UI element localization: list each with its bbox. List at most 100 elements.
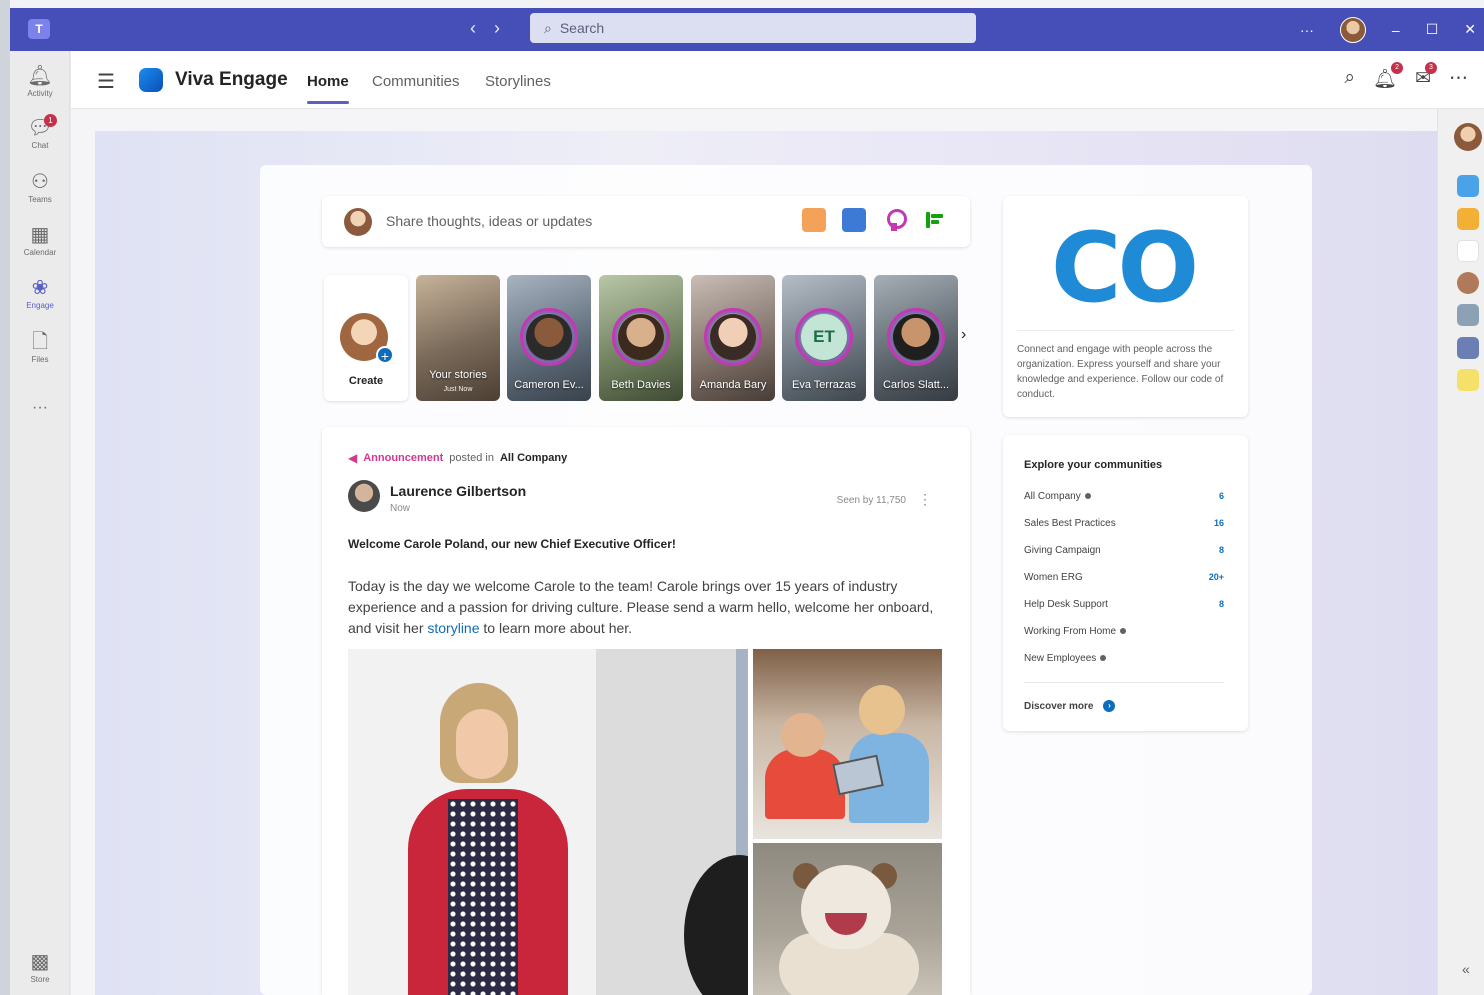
rail-label: Store	[30, 975, 50, 984]
person-app-icon[interactable]	[1457, 272, 1479, 294]
question-icon[interactable]	[842, 208, 866, 232]
community-name: Women ERG	[1024, 572, 1083, 583]
rail-item-calendar[interactable]: ▦ Calendar	[10, 224, 70, 257]
rail-item-engage[interactable]: ❀ Engage	[10, 277, 70, 310]
composer-placeholder: Share thoughts, ideas or updates	[386, 213, 593, 229]
announcement-post: ◀ Announcement posted in All Company Lau…	[322, 427, 970, 995]
community-item[interactable]: Sales Best Practices 16	[1024, 518, 1224, 529]
community-item[interactable]: Women ERG 20+	[1024, 572, 1224, 583]
menu-icon[interactable]: ☰	[97, 69, 115, 94]
community-name: All Company	[1024, 491, 1081, 502]
tab-home[interactable]: Home	[307, 73, 349, 104]
poll-icon[interactable]	[922, 208, 946, 232]
tab-communities[interactable]: Communities	[372, 73, 460, 90]
post-context: ◀ Announcement posted in All Company	[348, 451, 567, 465]
story-card[interactable]: Cameron Ev...	[507, 275, 591, 401]
megaphone-icon: ◀	[348, 451, 358, 465]
rail-item-chat[interactable]: 💬︎ 1 Chat	[10, 114, 70, 150]
post-image-dog[interactable]	[753, 843, 942, 995]
community-count: 8	[1218, 545, 1224, 555]
viva-engage-logo-icon	[139, 68, 163, 92]
search-icon[interactable]: ⌕	[1344, 67, 1355, 91]
collapse-double-chevron-icon[interactable]: «	[1462, 961, 1470, 977]
forward-arrow-icon[interactable]: ›	[494, 18, 500, 39]
composer-tools	[802, 208, 946, 232]
tab-storylines[interactable]: Storylines	[485, 73, 551, 90]
story-card[interactable]: Beth Davies	[599, 275, 683, 401]
post-time: Now	[390, 503, 411, 514]
rail-more-button[interactable]: ···	[10, 399, 70, 417]
teams-icon: ⚇	[31, 171, 49, 193]
window-controls: ··· – ☐ ✕	[1300, 8, 1484, 51]
create-story-button[interactable]: + Create	[324, 275, 408, 401]
story-name: Carlos Slatt...	[882, 379, 950, 391]
publisher-composer[interactable]: Share thoughts, ideas or updates	[322, 196, 970, 247]
tasks-app-icon[interactable]	[1457, 208, 1479, 230]
story-name: Cameron Ev...	[514, 379, 584, 391]
rail-label: Teams	[28, 195, 52, 204]
profile-avatar[interactable]	[1339, 16, 1366, 43]
explore-communities-card: Explore your communities All Company 6 S…	[1003, 435, 1248, 731]
gallery-app-icon[interactable]	[1457, 337, 1479, 359]
storyline-link[interactable]: storyline	[427, 620, 479, 636]
photos-app-icon[interactable]	[1457, 304, 1479, 326]
post-image-family[interactable]	[753, 649, 942, 839]
store-icon: ▩	[30, 951, 50, 973]
discover-more-button[interactable]: Discover more ›	[1024, 700, 1116, 712]
story-card[interactable]: ET Eva Terrazas	[782, 275, 866, 401]
community-item[interactable]: Giving Campaign 8	[1024, 545, 1224, 556]
files-icon: 🗋︎	[31, 331, 49, 353]
chevron-right-icon[interactable]: ›	[961, 326, 966, 344]
community-name: New Employees	[1024, 653, 1097, 664]
notifications-bell-icon[interactable]: 🔔︎ 2	[1373, 62, 1404, 91]
community-item[interactable]: All Company 6	[1024, 491, 1224, 502]
rail-label: Chat	[31, 141, 49, 150]
story-card[interactable]: Your stories Just Now	[416, 275, 500, 401]
discussion-icon[interactable]	[802, 208, 826, 232]
story-card[interactable]: Amanda Bary	[691, 275, 775, 401]
notification-badge: 2	[1391, 62, 1404, 74]
rail-item-teams[interactable]: ⚇ Teams	[10, 171, 70, 204]
rail-label: Calendar	[23, 248, 57, 257]
copilot-app-icon[interactable]	[1457, 175, 1479, 197]
heart-app-icon[interactable]	[1457, 240, 1479, 262]
author-name[interactable]: Laurence Gilbertson	[390, 483, 526, 499]
search-input[interactable]: ⌕ Search	[530, 13, 976, 43]
community-item[interactable]: New Employees	[1024, 653, 1224, 664]
engage-header: ☰ Viva Engage Home Communities Storyline…	[71, 51, 1484, 109]
rail-item-store[interactable]: ▩ Store	[10, 951, 70, 984]
engage-icon: ❀	[31, 277, 49, 299]
story-card[interactable]: Carlos Slatt...	[874, 275, 958, 401]
history-nav: ‹ ›	[470, 18, 500, 39]
author-avatar[interactable]	[348, 480, 380, 512]
community-count: 20+	[1208, 572, 1224, 582]
profile-avatar[interactable]	[1454, 123, 1482, 151]
story-avatar	[893, 314, 939, 360]
post-more-icon[interactable]: ⋮	[918, 491, 932, 508]
rail-item-files[interactable]: 🗋︎ Files	[10, 331, 70, 364]
more-options-icon[interactable]: ···	[1300, 22, 1314, 38]
praise-award-icon[interactable]	[882, 208, 907, 232]
close-button[interactable]: ✕	[1464, 21, 1476, 38]
community-name: Sales Best Practices	[1024, 518, 1116, 529]
teams-titlebar: T ‹ › ⌕ Search ··· – ☐ ✕	[10, 8, 1484, 51]
inbox-icon[interactable]: ✉︎ 3	[1415, 62, 1437, 91]
rail-item-activity[interactable]: 🔔︎ Activity	[10, 65, 70, 98]
more-options-icon[interactable]: ⋯	[1449, 67, 1468, 91]
minimize-button[interactable]: –	[1392, 22, 1400, 38]
back-arrow-icon[interactable]: ‹	[470, 18, 476, 39]
post-image-ceo[interactable]	[348, 649, 748, 995]
maximize-button[interactable]: ☐	[1426, 21, 1439, 38]
inbox-badge: 3	[1425, 62, 1437, 74]
announcement-label: Announcement	[363, 452, 444, 464]
sun-app-icon[interactable]	[1457, 369, 1479, 391]
seen-count[interactable]: Seen by 11,750	[837, 495, 906, 506]
community-name: Help Desk Support	[1024, 599, 1108, 610]
story-avatar	[526, 314, 572, 360]
app-rail: 🔔︎ Activity 💬︎ 1 Chat ⚇ Teams ▦ Calendar…	[10, 51, 70, 995]
activity-dot-icon	[1120, 628, 1127, 635]
community-item[interactable]: Help Desk Support 8	[1024, 599, 1224, 610]
community-item[interactable]: Working From Home	[1024, 626, 1224, 637]
community-link[interactable]: All Company	[500, 452, 567, 464]
arrow-right-icon: ›	[1103, 700, 1116, 712]
